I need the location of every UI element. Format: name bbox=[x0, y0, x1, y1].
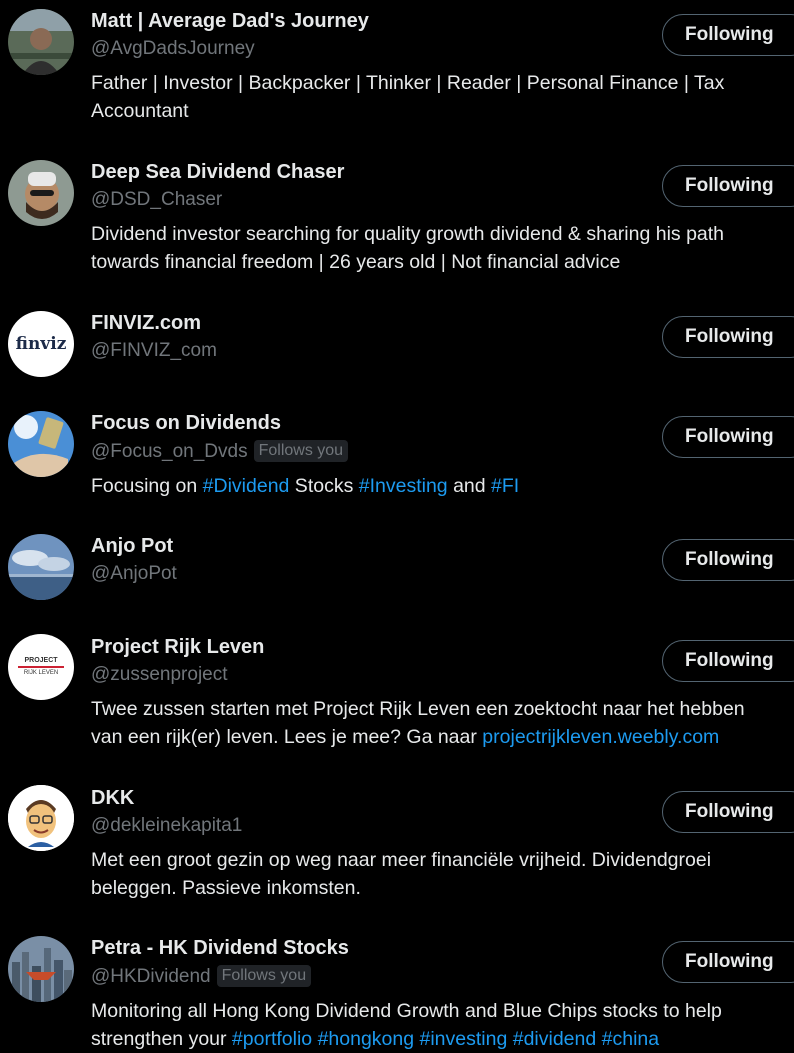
logo-divider bbox=[18, 666, 64, 668]
username[interactable]: @AvgDadsJourney bbox=[91, 38, 255, 60]
display-name[interactable]: Project Rijk Leven bbox=[91, 636, 264, 659]
username[interactable]: @FINVIZ_com bbox=[91, 340, 217, 362]
bio: Father | Investor | Backpacker | Thinker… bbox=[91, 72, 725, 122]
website-link[interactable]: projectrijkleven.weebly.com bbox=[482, 726, 719, 748]
username[interactable]: @AnjoPot bbox=[91, 563, 177, 585]
follows-you-badge: Follows you bbox=[253, 440, 349, 462]
display-name[interactable]: DKK bbox=[91, 787, 134, 810]
follows-you-badge: Follows you bbox=[216, 965, 312, 987]
avatar[interactable] bbox=[8, 936, 74, 1002]
display-name[interactable]: Matt | Average Dad's Journey bbox=[91, 10, 369, 33]
avatar[interactable] bbox=[8, 160, 74, 226]
display-name[interactable]: Deep Sea Dividend Chaser bbox=[91, 161, 344, 184]
following-button[interactable]: Following bbox=[662, 316, 794, 358]
avatar[interactable] bbox=[8, 534, 74, 600]
avatar[interactable]: finviz bbox=[8, 311, 74, 377]
hashtag-link[interactable]: #portfolio bbox=[232, 1028, 312, 1050]
avatar[interactable] bbox=[8, 9, 74, 75]
username[interactable]: @dekleinekapita1 bbox=[91, 815, 242, 837]
username[interactable]: @zussenproject bbox=[91, 664, 228, 686]
bio: Focusing on #Dividend Stocks #Investing … bbox=[91, 475, 520, 497]
avatar-photo-icon bbox=[8, 534, 74, 600]
following-button[interactable]: Following bbox=[662, 416, 794, 458]
avatar[interactable] bbox=[8, 785, 74, 851]
hashtag-link[interactable]: #Investing bbox=[359, 475, 448, 497]
following-button[interactable]: Following bbox=[662, 941, 794, 983]
username: @HKDividend Follows you bbox=[91, 965, 312, 988]
hashtag-link[interactable]: #china bbox=[602, 1028, 659, 1050]
display-name[interactable]: FINVIZ.com bbox=[91, 312, 201, 335]
following-button[interactable]: Following bbox=[662, 791, 794, 833]
username: @Focus_on_Dvds Follows you bbox=[91, 440, 349, 463]
project-rijk-leven-logo-icon: PROJECT RIJK LEVEN bbox=[8, 657, 74, 677]
username-text[interactable]: @HKDividend bbox=[91, 966, 211, 987]
following-button[interactable]: Following bbox=[662, 165, 794, 207]
following-button[interactable]: Following bbox=[662, 14, 794, 56]
bio: Met een groot gezin op weg naar meer fin… bbox=[91, 849, 712, 899]
bio: Monitoring all Hong Kong Dividend Growth… bbox=[91, 1000, 722, 1050]
display-name[interactable]: Anjo Pot bbox=[91, 535, 173, 558]
display-name[interactable]: Petra - HK Dividend Stocks bbox=[91, 937, 349, 960]
username-text[interactable]: @Focus_on_Dvds bbox=[91, 441, 248, 462]
hashtag-link[interactable]: #Dividend bbox=[203, 475, 290, 497]
bio: Twee zussen starten met Project Rijk Lev… bbox=[91, 698, 745, 748]
avatar-photo-icon bbox=[8, 411, 74, 477]
following-button[interactable]: Following bbox=[662, 640, 794, 682]
hashtag-link[interactable]: #FI bbox=[491, 475, 519, 497]
username[interactable]: @DSD_Chaser bbox=[91, 189, 222, 211]
hashtag-link[interactable]: #dividend bbox=[513, 1028, 596, 1050]
finviz-logo-icon: finviz bbox=[15, 334, 67, 354]
hashtag-link[interactable]: #hongkong bbox=[318, 1028, 415, 1050]
following-button[interactable]: Following bbox=[662, 539, 794, 581]
display-name[interactable]: Focus on Dividends bbox=[91, 412, 281, 435]
avatar-photo-icon bbox=[8, 936, 74, 1002]
hashtag-link[interactable]: #investing bbox=[420, 1028, 508, 1050]
bio: Dividend investor searching for quality … bbox=[91, 223, 725, 273]
avatar[interactable] bbox=[8, 411, 74, 477]
avatar-photo-icon bbox=[8, 160, 74, 226]
avatar-photo-icon bbox=[8, 9, 74, 75]
avatar[interactable]: PROJECT RIJK LEVEN bbox=[8, 634, 74, 700]
emoji-avatar-icon bbox=[8, 785, 74, 851]
